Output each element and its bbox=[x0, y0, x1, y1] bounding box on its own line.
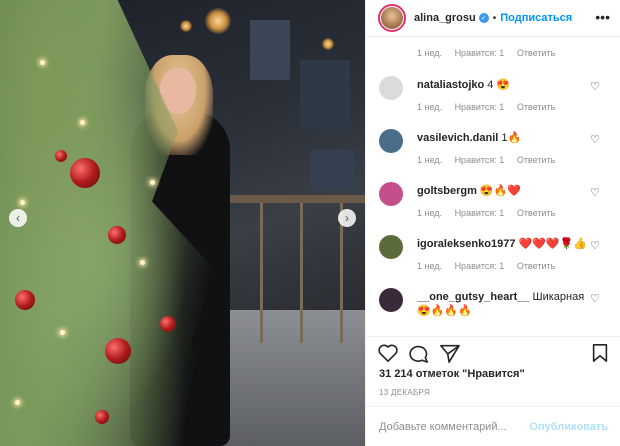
comment-time: 1 нед. bbox=[417, 208, 443, 218]
ceiling-light bbox=[205, 8, 231, 34]
tree-light bbox=[40, 60, 45, 65]
comment-icon[interactable] bbox=[408, 343, 430, 363]
comment-time: 1 нед. bbox=[417, 102, 443, 112]
heart-icon[interactable]: ♡ bbox=[590, 80, 600, 93]
comment-username[interactable]: vasilevich.danil bbox=[417, 132, 498, 144]
comment-content: ❤️❤️❤️🌹👍 bbox=[518, 238, 587, 250]
bookmark-icon[interactable] bbox=[590, 343, 610, 363]
heart-icon[interactable]: ♡ bbox=[590, 133, 600, 146]
comment-content: 1🔥 bbox=[501, 132, 522, 144]
tree-light bbox=[60, 330, 65, 335]
comment-meta: 1 нед. Нравится: 1 Ответить bbox=[417, 208, 565, 218]
comment-likes[interactable]: Нравится: 1 bbox=[455, 261, 505, 271]
ceiling-light bbox=[322, 38, 334, 50]
comment-meta: 1 нед. Нравится: 1 Ответить bbox=[417, 155, 565, 165]
comment-likes[interactable]: Нравится: 1 bbox=[455, 208, 505, 218]
ornament bbox=[160, 316, 176, 332]
window bbox=[300, 60, 350, 130]
comment-meta: 1 нед. Нравится: 1 Ответить bbox=[417, 102, 565, 112]
verified-badge-icon: ✓ bbox=[478, 13, 489, 23]
comment-time: 1 нед. bbox=[417, 261, 443, 271]
ornament bbox=[95, 410, 109, 424]
follow-button[interactable]: Подписаться bbox=[500, 12, 572, 24]
ornament bbox=[55, 150, 67, 162]
ornament bbox=[105, 338, 131, 364]
avatar[interactable] bbox=[379, 235, 403, 259]
ornament bbox=[15, 290, 35, 310]
comment-text: __one_gutsy_heart__ Шикарная 😍🔥🔥🔥 bbox=[417, 290, 587, 318]
comment-meta: 1 нед. Нравится: 1 Ответить bbox=[417, 261, 565, 271]
post-photo[interactable]: ‹ › bbox=[0, 0, 365, 446]
window bbox=[250, 20, 290, 80]
comment-text: nataliastojko 4 😍 bbox=[417, 78, 587, 92]
post-author-username[interactable]: alina_grosu bbox=[414, 12, 476, 24]
comment-reply-button[interactable]: Ответить bbox=[517, 102, 555, 112]
comment-likes[interactable]: Нравится: 1 bbox=[455, 155, 505, 165]
tree-light bbox=[15, 400, 20, 405]
separator-dot: • bbox=[492, 12, 497, 24]
publish-comment-button[interactable]: Опубликовать bbox=[529, 421, 608, 433]
railing-post bbox=[300, 203, 303, 343]
comment-text: igoraleksenko1977 ❤️❤️❤️🌹👍 bbox=[417, 237, 587, 251]
comment-reply-button[interactable]: Ответить bbox=[517, 155, 555, 165]
comment-time: 1 нед. bbox=[417, 155, 443, 165]
comment-reply-button[interactable]: Ответить bbox=[517, 48, 555, 58]
add-comment-bar: Добавьте комментарий... Опубликовать bbox=[366, 406, 620, 446]
railing bbox=[225, 195, 365, 203]
comment-reply-button[interactable]: Ответить bbox=[517, 208, 555, 218]
window bbox=[310, 150, 355, 190]
tree-light bbox=[80, 120, 85, 125]
chevron-right-icon[interactable]: › bbox=[338, 209, 356, 227]
comment-time: 1 нед. bbox=[417, 48, 443, 58]
comment-text: goltsbergm 😍🔥❤️ bbox=[417, 184, 587, 198]
chevron-left-icon[interactable]: ‹ bbox=[9, 209, 27, 227]
tree-light bbox=[140, 260, 145, 265]
comment-input[interactable]: Добавьте комментарий... bbox=[379, 421, 507, 433]
post-header: alina_grosu ✓ • Подписаться ••• bbox=[366, 0, 620, 37]
share-icon[interactable] bbox=[439, 343, 461, 363]
comment-likes[interactable]: Нравится: 1 bbox=[455, 48, 505, 58]
comment-likes[interactable]: Нравится: 1 bbox=[455, 102, 505, 112]
ornament bbox=[108, 226, 126, 244]
tree-light bbox=[150, 180, 155, 185]
avatar[interactable] bbox=[379, 288, 403, 312]
avatar[interactable] bbox=[379, 129, 403, 153]
comment-meta: 1 нед. Нравится: 1 Ответить bbox=[417, 48, 565, 58]
ceiling-light bbox=[180, 20, 192, 32]
heart-icon[interactable]: ♡ bbox=[590, 292, 600, 305]
comment-username[interactable]: nataliastojko bbox=[417, 79, 484, 91]
ornament bbox=[70, 158, 100, 188]
tree-light bbox=[20, 200, 25, 205]
avatar[interactable] bbox=[379, 182, 403, 206]
comment-username[interactable]: igoraleksenko1977 bbox=[417, 238, 515, 250]
comment-content: 4 😍 bbox=[487, 79, 511, 91]
more-options-icon[interactable]: ••• bbox=[595, 9, 610, 25]
post-sidebar: alina_grosu ✓ • Подписаться ••• 1 нед. Н… bbox=[365, 0, 620, 446]
railing-post bbox=[260, 203, 263, 343]
comment-content: 😍🔥❤️ bbox=[479, 185, 521, 197]
heart-icon[interactable]: ♡ bbox=[590, 186, 600, 199]
heart-icon[interactable]: ♡ bbox=[590, 239, 600, 252]
comment-reply-button[interactable]: Ответить bbox=[517, 261, 555, 271]
post-actions-bar bbox=[366, 336, 620, 368]
likes-count[interactable]: 31 214 отметок "Нравится" bbox=[379, 368, 525, 380]
comments-list: 1 нед. Нравится: 1 Ответить nataliastojk… bbox=[366, 38, 620, 335]
avatar[interactable] bbox=[379, 76, 403, 100]
comment-username[interactable]: goltsbergm bbox=[417, 185, 477, 197]
avatar[interactable] bbox=[378, 4, 406, 32]
comment-username[interactable]: __one_gutsy_heart__ bbox=[417, 291, 530, 303]
heart-icon[interactable] bbox=[377, 343, 399, 363]
comment-text: vasilevich.danil 1🔥 bbox=[417, 131, 587, 145]
post-date: 13 ДЕКАБРЯ bbox=[379, 388, 431, 397]
